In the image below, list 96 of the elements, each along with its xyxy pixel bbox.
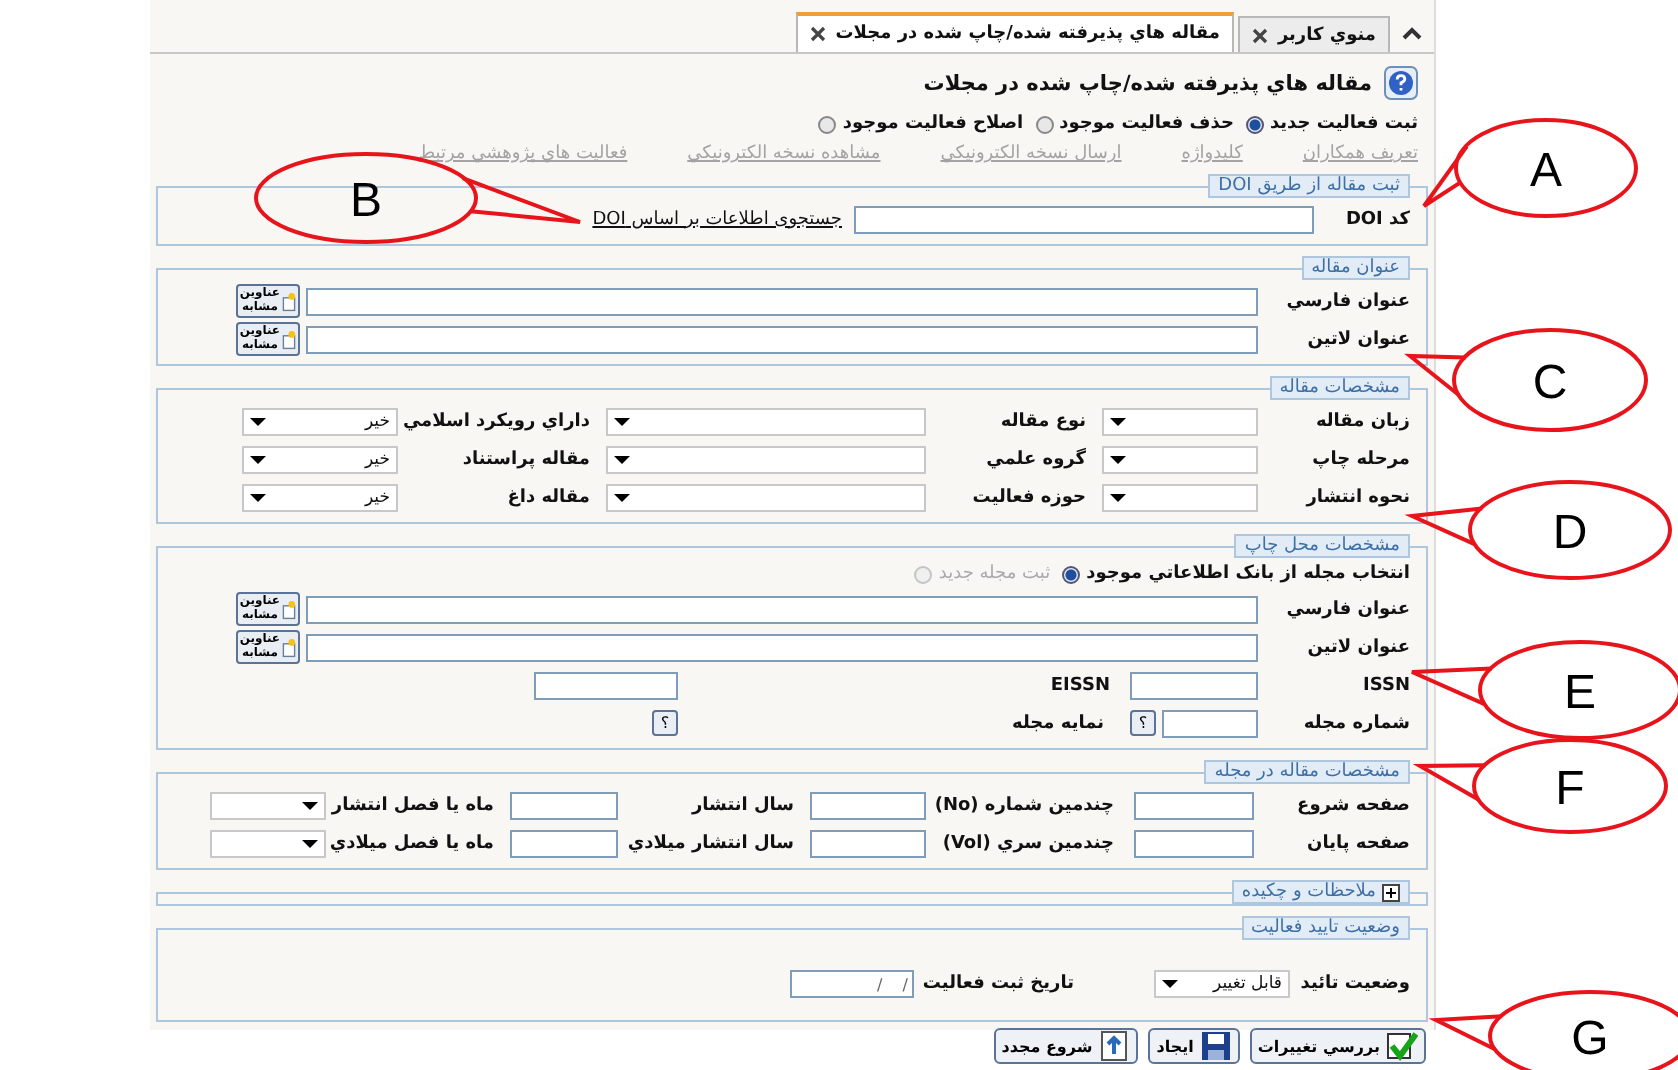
text-field[interactable]	[1134, 791, 1254, 819]
page-title: مقاله هاي پذيرفته شده/چاپ شده در مجلات	[923, 71, 1372, 95]
dropdown[interactable]	[210, 791, 326, 819]
section-legend: ثبت مقاله از طريق DOI	[1208, 174, 1410, 198]
dropdown[interactable]	[606, 445, 926, 473]
issn-field[interactable]	[1130, 671, 1258, 699]
field-label: مقاله پراستناد	[460, 449, 590, 469]
callout-letter: E	[1564, 666, 1596, 720]
action-button[interactable]: ايجاد	[1148, 1028, 1240, 1064]
radio-button[interactable]	[1062, 565, 1081, 583]
journal-number-field[interactable]	[1162, 709, 1258, 737]
doi-field[interactable]	[854, 205, 1314, 233]
field-label: نحوه انتشار	[1303, 487, 1410, 507]
field-label: مقاله داغ	[505, 487, 590, 507]
section-legend: عنوان مقاله	[1301, 256, 1410, 280]
dropdown[interactable]	[210, 829, 326, 857]
callout-letter: C	[1532, 356, 1568, 410]
expand-icon[interactable]	[1382, 883, 1400, 901]
field-label: حوزه فعاليت	[970, 487, 1086, 507]
radio-button[interactable]	[1035, 115, 1054, 133]
close-icon[interactable]	[1251, 27, 1268, 43]
text-field[interactable]	[306, 287, 1258, 315]
text-field[interactable]	[510, 791, 618, 819]
field-label: عنوان فارسي	[1284, 599, 1410, 619]
text-field[interactable]	[306, 595, 1258, 623]
field-label: نوع مقاله	[998, 411, 1086, 431]
field-label: سال انتشار	[689, 795, 794, 815]
doi-search-link[interactable]: جستجوی اطلاعات بر اساس DOI	[592, 209, 842, 229]
dropdown[interactable]: خير	[242, 483, 398, 511]
field-label: داراي رويکرد اسلامي	[400, 411, 590, 431]
dropdown[interactable]: خير	[242, 407, 398, 435]
action-button[interactable]: بررسي تغييرات	[1249, 1028, 1426, 1064]
field-label: صفحه پايان	[1305, 833, 1410, 853]
field-label: تاريخ ثبت فعاليت	[920, 974, 1074, 994]
tab[interactable]: مقاله هاي پذيرفته شده/چاپ شده در مجلات	[795, 12, 1234, 52]
help-icon[interactable]	[1384, 66, 1418, 100]
field-label: شماره مجله	[1301, 713, 1410, 733]
text-field[interactable]	[1134, 829, 1254, 857]
text-field[interactable]	[306, 633, 1258, 661]
callout-letter: A	[1530, 144, 1562, 198]
section-legend: مشخصات مقاله	[1269, 376, 1410, 400]
chevron-up-icon[interactable]	[1402, 24, 1422, 44]
text-field[interactable]	[810, 829, 926, 857]
date-field[interactable]: / /	[790, 970, 914, 998]
option-label: ثبت مجله جديد	[938, 564, 1051, 584]
document-icon	[282, 595, 296, 623]
section-legend: مشخصات محل چاپ	[1234, 534, 1410, 558]
field-label: EISSN	[1048, 675, 1110, 695]
radio-button[interactable]	[818, 115, 837, 133]
help-button[interactable]: ؟	[652, 710, 678, 736]
dropdown[interactable]	[1102, 445, 1258, 473]
field-label: ISSN	[1361, 675, 1410, 695]
section-legend: مشخصات مقاله در مجله	[1204, 760, 1410, 784]
close-icon[interactable]	[809, 26, 826, 42]
field-label: نمايه مجله	[1010, 713, 1104, 733]
option-label: اصلاح فعاليت موجود	[842, 114, 1024, 134]
section-legend: وضعيت تاييد فعاليت	[1241, 916, 1410, 940]
callout-letter: D	[1552, 506, 1588, 560]
radio-button[interactable]	[1245, 115, 1264, 133]
dropdown[interactable]	[606, 483, 926, 511]
text-field[interactable]	[510, 829, 618, 857]
option-label: ثبت فعاليت جديد	[1269, 114, 1418, 134]
option-label: حذف فعاليت موجود	[1059, 114, 1234, 134]
document-icon	[282, 633, 296, 661]
tab[interactable]: منوي کاربر	[1237, 16, 1390, 52]
dropdown[interactable]: قابل تغيير	[1154, 970, 1290, 998]
field-label: وضعيت تائيد	[1298, 974, 1410, 994]
callout-letter: B	[350, 174, 382, 228]
dropdown[interactable]	[1102, 483, 1258, 511]
dropdown[interactable]: خير	[242, 445, 398, 473]
field-label: چندمين شماره (No)	[932, 795, 1114, 815]
help-button[interactable]: ؟	[1130, 710, 1156, 736]
field-label: ماه يا فصل ميلادي	[327, 833, 494, 853]
field-label: عنوان لاتين	[1305, 329, 1410, 349]
field-label: گروه علمي	[984, 449, 1086, 469]
option-label: انتخاب مجله از بانک اطلاعاتي موجود	[1086, 564, 1410, 584]
field-label: عنوان فارسي	[1284, 291, 1410, 311]
text-field[interactable]	[810, 791, 926, 819]
dropdown[interactable]	[1102, 407, 1258, 435]
document-icon	[282, 287, 296, 315]
field-label: عنوان لاتين	[1305, 637, 1410, 657]
action-button[interactable]: شروع مجدد	[993, 1028, 1139, 1064]
field-label: زبان مقاله	[1313, 411, 1410, 431]
dropdown[interactable]	[606, 407, 926, 435]
field-label: ماه يا فصل انتشار	[329, 795, 494, 815]
eissn-field[interactable]	[534, 671, 678, 699]
field-label: چندمين سري (Vol)	[940, 833, 1114, 853]
callout-letter: F	[1555, 762, 1585, 816]
document-icon	[282, 325, 296, 353]
field-label: سال انتشار ميلادي	[625, 833, 794, 853]
field-label: مرحله چاپ	[1310, 449, 1410, 469]
field-label: کد DOI	[1343, 209, 1410, 229]
callout-letter: G	[1571, 1012, 1609, 1066]
field-label: صفحه شروع	[1295, 795, 1410, 815]
text-field[interactable]	[306, 325, 1258, 353]
checkmark-icon	[1386, 1030, 1418, 1062]
